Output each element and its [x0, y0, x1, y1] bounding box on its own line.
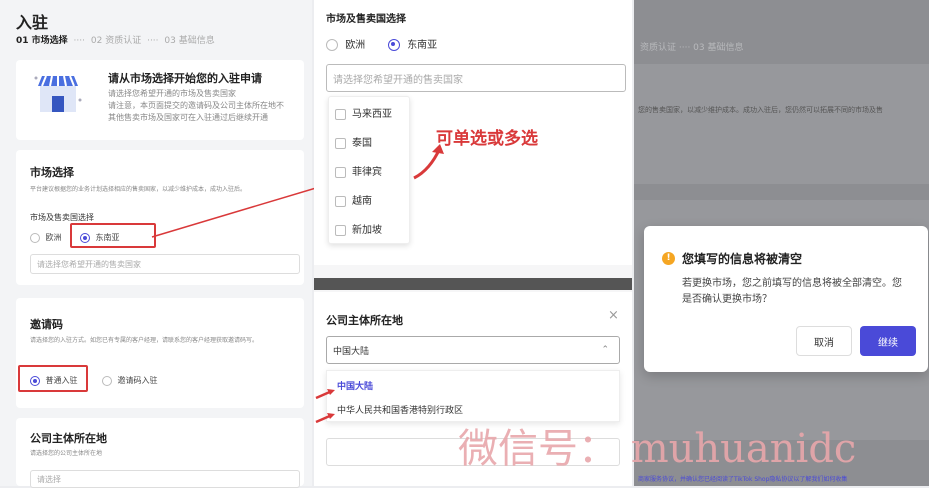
invite-desc: 请选择您的入驻方式。如您已有专属的客户经理，请联系您的客户经理获取邀请码写。 [30, 337, 259, 344]
step-separator: ···· [73, 36, 85, 46]
intro-title: 请从市场选择开始您的入驻申请 [108, 72, 262, 85]
company-title: 公司主体所在地 [30, 432, 107, 445]
company-desc: 请选择您的公司主体所在地 [30, 450, 103, 457]
step-3: 03 基础信息 [164, 36, 215, 46]
intro-line: 其他售卖市场及国家可在入驻通过后继续开通 [108, 113, 268, 122]
right-footer-text: 商家服务协议，并确认您已经阅读了TikTok Shop隐私协议以了解我们如何收集 [638, 476, 848, 483]
company-title: 公司主体所在地 [326, 314, 403, 327]
store-icon [30, 70, 86, 118]
right-card [634, 64, 929, 184]
cancel-button[interactable]: 取消 [796, 326, 852, 356]
country-select-input[interactable]: 请选择您希望开通的售卖国家 [30, 254, 300, 274]
intro-line: 请注意，本页面提交的邀请码及公司主体所在地不 [108, 101, 284, 110]
invite-title: 邀请码 [30, 318, 63, 331]
company-option[interactable]: 中华人民共和国香港特别行政区 [337, 403, 463, 416]
checkbox-icon [335, 224, 346, 236]
right-steps: 资质认证 ···· 03 基础信息 [640, 43, 744, 53]
checkbox-icon [335, 108, 346, 120]
intro-line: 请选择您希望开通的市场及售卖国家 [108, 89, 236, 98]
region-label: 市场及售卖国选择 [30, 213, 94, 222]
invite-card: 邀请码 请选择您的入驻方式。如您已有专属的客户经理，请联系您的客户经理获取邀请码… [16, 298, 304, 408]
radio-checked-icon [388, 39, 400, 51]
close-icon[interactable]: × [608, 308, 619, 323]
mid-panel: 市场及售卖国选择 欧洲 东南亚 请选择您希望开通的售卖国家 马来西亚 泰国 菲律… [314, 0, 632, 486]
watermark: 微信号： muhuanidc [458, 426, 857, 472]
checkbox-icon [335, 195, 346, 207]
checkbox-icon [335, 137, 346, 149]
dialog-body: 若更换市场，您之前填写的信息将被全部清空。您是否确认更换市场？ [682, 278, 902, 305]
annotation-text: 可单选或多选 [436, 129, 538, 149]
radio-icon [326, 39, 338, 51]
country-search-input[interactable]: 请选择您希望开通的售卖国家 [326, 64, 626, 92]
divider-bar [314, 278, 632, 290]
red-pointer-arrow [315, 389, 335, 400]
warning-icon: ! [662, 252, 675, 265]
country-option[interactable]: 菲律宾 [335, 163, 382, 178]
step-indicator: 01 市场选择 ···· 02 资质认证 ···· 03 基础信息 [16, 33, 215, 46]
radio-europe[interactable]: 欧洲 [30, 232, 62, 243]
checkbox-icon [335, 166, 346, 178]
region-label: 市场及售卖国选择 [326, 14, 406, 25]
left-panel: 入驻 01 市场选择 ···· 02 资质认证 ···· 03 基础信息 请从市… [0, 0, 312, 488]
page-title: 入驻 [16, 13, 49, 32]
country-option[interactable]: 马来西亚 [335, 105, 392, 120]
chevron-up-icon: ⌃ [601, 345, 609, 355]
step-1: 01 市场选择 [16, 36, 68, 46]
intro-card: 请从市场选择开始您的入驻申请 请选择您希望开通的市场及售卖国家 请注意，本页面提… [16, 60, 304, 140]
highlight-box [18, 365, 88, 392]
region-dropdown-area: 市场及售卖国选择 欧洲 东南亚 请选择您希望开通的售卖国家 马来西亚 泰国 菲律… [314, 0, 632, 265]
country-dropdown: 马来西亚 泰国 菲律宾 越南 新加坡 [328, 96, 410, 244]
company-select-input[interactable]: 请选择 [30, 470, 300, 488]
highlight-box [70, 223, 156, 248]
right-panel: 资质认证 ···· 03 基础信息 您的售卖国家，以减少维护成本。成功入驻后，您… [634, 0, 929, 486]
right-desc: 您的售卖国家，以减少维护成本。成功入驻后，您仍然可以拓展不同的市场及售 [638, 106, 883, 114]
market-title: 市场选择 [30, 166, 74, 179]
continue-button[interactable]: 继续 [860, 326, 916, 356]
red-arrow [151, 184, 327, 238]
company-dropdown: 中国大陆 中华人民共和国香港特别行政区 [326, 370, 620, 422]
red-pointer-arrow [315, 413, 335, 424]
country-option[interactable]: 泰国 [335, 134, 372, 149]
step-separator: ···· [147, 36, 159, 46]
company-card: 公司主体所在地 请选择您的公司主体所在地 请选择 [16, 418, 304, 488]
radio-icon [30, 232, 40, 243]
confirm-dialog: ! 您填写的信息将被清空 若更换市场，您之前填写的信息将被全部清空。您是否确认更… [644, 226, 928, 372]
radio-icon [102, 375, 112, 386]
radio-southeast-asia[interactable]: 东南亚 [388, 36, 437, 51]
step-2: 02 资质认证 [90, 36, 142, 46]
country-option[interactable]: 越南 [335, 192, 372, 207]
radio-europe[interactable]: 欧洲 [326, 36, 365, 51]
country-option[interactable]: 新加坡 [335, 221, 382, 236]
annotation-arrow [413, 144, 444, 180]
dialog-title: 您填写的信息将被清空 [682, 252, 803, 266]
radio-invite-entry[interactable]: 邀请码入驻 [102, 375, 158, 386]
company-option-selected[interactable]: 中国大陆 [337, 379, 373, 392]
company-select[interactable]: 中国大陆 ⌃ [326, 336, 620, 364]
